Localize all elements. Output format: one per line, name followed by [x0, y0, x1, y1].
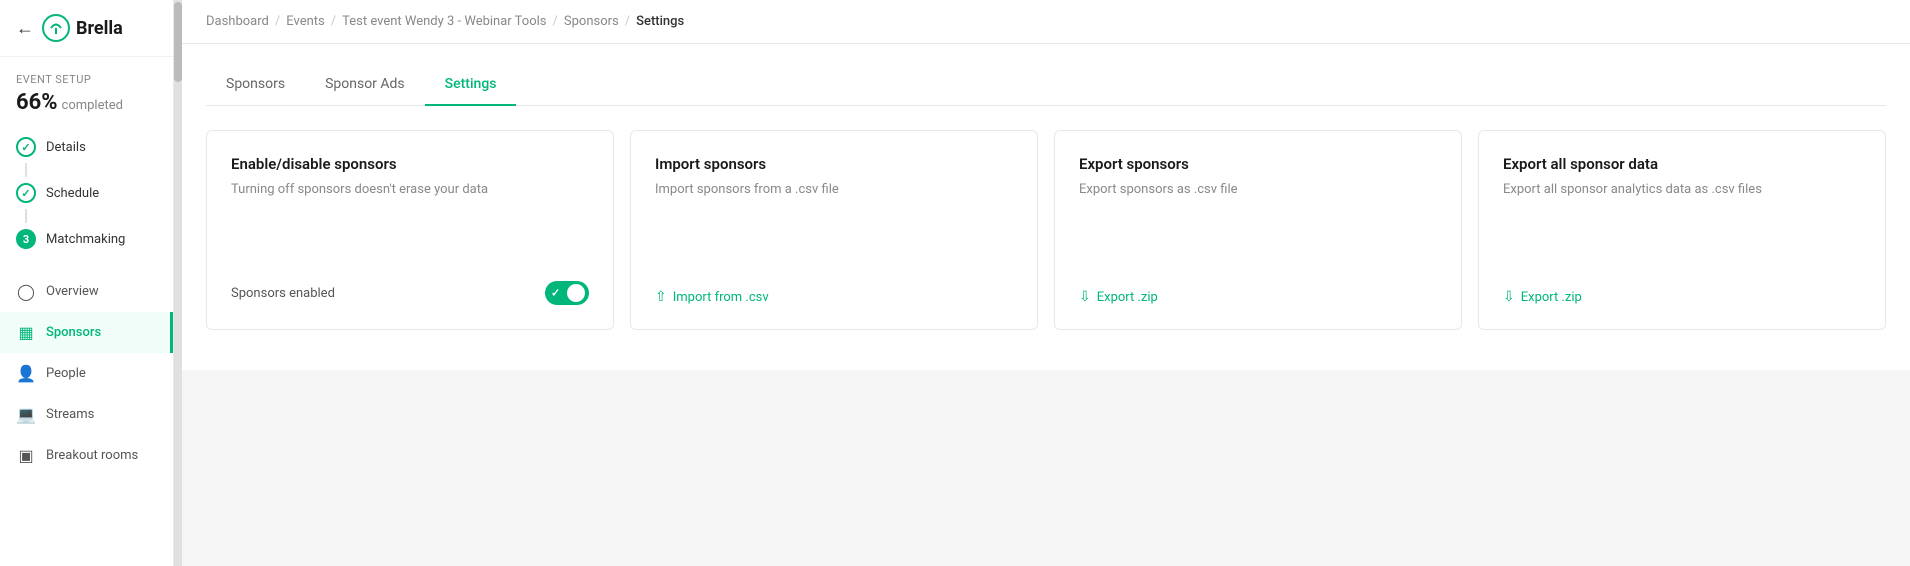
step-schedule-label: Schedule — [46, 186, 99, 201]
step-matchmaking-label: Matchmaking — [46, 232, 125, 247]
step-connector-2 — [25, 209, 27, 223]
breadcrumb-sep-2: / — [331, 14, 336, 29]
step-num-icon: 3 — [16, 229, 36, 249]
breadcrumb-sep-3: / — [553, 14, 558, 29]
breakout-rooms-icon: ▣ — [16, 446, 36, 465]
sponsors-icon: ▦ — [16, 323, 36, 342]
export-zip-button[interactable]: ⇩ Export .zip — [1079, 289, 1437, 305]
export-all-zip-label: Export .zip — [1521, 290, 1582, 305]
toggle-checkmark: ✓ — [551, 287, 560, 300]
export-zip-label: Export .zip — [1097, 290, 1158, 305]
breadcrumb-events[interactable]: Events — [286, 14, 324, 29]
card-enable-disable-action: Sponsors enabled ✓ — [231, 265, 589, 305]
breadcrumb-sep-1: / — [275, 14, 280, 29]
card-export-all-action: ⇩ Export .zip — [1503, 273, 1861, 305]
main-content: Dashboard / Events / Test event Wendy 3 … — [182, 0, 1910, 566]
breadcrumb-sep-4: / — [625, 14, 630, 29]
setup-steps: Details Schedule 3 Matchmaking — [0, 123, 173, 263]
import-csv-label: Import from .csv — [673, 290, 769, 305]
step-matchmaking[interactable]: 3 Matchmaking — [16, 223, 157, 255]
step-connector-1 — [25, 163, 27, 177]
sidebar-item-people[interactable]: 👤 People — [0, 353, 173, 394]
page-content: Sponsors Sponsor Ads Settings Enable/dis… — [182, 44, 1910, 566]
step-check-icon — [16, 137, 36, 157]
event-progress: 66% completed — [16, 90, 157, 115]
tab-sponsors[interactable]: Sponsors — [206, 64, 305, 106]
event-setup-label: Event Setup — [16, 73, 157, 86]
brella-icon — [42, 14, 70, 42]
tab-settings[interactable]: Settings — [425, 64, 517, 106]
step-details-label: Details — [46, 140, 86, 155]
progress-percent: 66% — [16, 90, 58, 115]
card-export-all-desc: Export all sponsor analytics data as .cs… — [1503, 181, 1861, 199]
export-all-zip-button[interactable]: ⇩ Export .zip — [1503, 289, 1861, 305]
step-details[interactable]: Details — [16, 131, 157, 163]
breadcrumb-dashboard[interactable]: Dashboard — [206, 14, 269, 29]
sidebar-scrollbar[interactable] — [174, 0, 182, 566]
people-icon: 👤 — [16, 364, 36, 383]
sidebar-scrollbar-thumb[interactable] — [174, 2, 182, 82]
card-export-desc: Export sponsors as .csv file — [1079, 181, 1437, 199]
card-export-all-title: Export all sponsor data — [1503, 155, 1861, 173]
breadcrumb-event-name[interactable]: Test event Wendy 3 - Webinar Tools — [342, 14, 546, 29]
breadcrumb-current: Settings — [636, 14, 684, 29]
sidebar-item-breakout-rooms-label: Breakout rooms — [46, 448, 138, 463]
card-import-title: Import sponsors — [655, 155, 1013, 173]
sidebar-item-sponsors[interactable]: ▦ Sponsors — [0, 312, 173, 353]
sidebar-item-sponsors-label: Sponsors — [46, 325, 101, 340]
sidebar-item-streams[interactable]: 💻 Streams — [0, 394, 173, 435]
sponsors-enabled-toggle[interactable]: ✓ — [545, 281, 589, 305]
overview-icon: ◯ — [16, 282, 36, 301]
sidebar-nav: ◯ Overview ▦ Sponsors 👤 People 💻 Streams… — [0, 263, 173, 566]
brella-wordmark: Brella — [76, 18, 123, 39]
download-all-icon: ⇩ — [1503, 289, 1515, 305]
sidebar-item-breakout-rooms[interactable]: ▣ Breakout rooms — [0, 435, 173, 476]
tabs-bar: Sponsors Sponsor Ads Settings — [206, 64, 1886, 106]
tab-sponsor-ads[interactable]: Sponsor Ads — [305, 64, 425, 106]
settings-cards-grid: Enable/disable sponsors Turning off spon… — [206, 130, 1886, 330]
sidebar: ← Brella Event Setup 66% completed Detai… — [0, 0, 174, 566]
download-icon: ⇩ — [1079, 289, 1091, 305]
streams-icon: 💻 — [16, 405, 36, 424]
step-schedule[interactable]: Schedule — [16, 177, 157, 209]
card-enable-disable-title: Enable/disable sponsors — [231, 155, 589, 173]
breadcrumb-sponsors[interactable]: Sponsors — [564, 14, 619, 29]
sidebar-header: ← Brella — [0, 0, 173, 57]
toggle-label: Sponsors enabled — [231, 286, 335, 301]
toggle-slider: ✓ — [545, 281, 589, 305]
card-enable-disable: Enable/disable sponsors Turning off spon… — [206, 130, 614, 330]
card-import-action: ⇧ Import from .csv — [655, 273, 1013, 305]
card-export-sponsors: Export sponsors Export sponsors as .csv … — [1054, 130, 1462, 330]
card-import-sponsors: Import sponsors Import sponsors from a .… — [630, 130, 1038, 330]
card-import-desc: Import sponsors from a .csv file — [655, 181, 1013, 199]
content-inner: Sponsors Sponsor Ads Settings Enable/dis… — [182, 44, 1910, 370]
sidebar-item-streams-label: Streams — [46, 407, 94, 422]
step-check-icon-2 — [16, 183, 36, 203]
card-export-all: Export all sponsor data Export all spons… — [1478, 130, 1886, 330]
sidebar-item-overview[interactable]: ◯ Overview — [0, 271, 173, 312]
breadcrumb: Dashboard / Events / Test event Wendy 3 … — [182, 0, 1910, 44]
progress-suffix: completed — [62, 98, 123, 113]
card-export-action: ⇩ Export .zip — [1079, 273, 1437, 305]
import-csv-button[interactable]: ⇧ Import from .csv — [655, 289, 1013, 305]
event-setup-section: Event Setup 66% completed — [0, 57, 173, 123]
upload-icon: ⇧ — [655, 289, 667, 305]
toggle-row: Sponsors enabled ✓ — [231, 281, 589, 305]
card-export-title: Export sponsors — [1079, 155, 1437, 173]
sidebar-item-people-label: People — [46, 366, 86, 381]
sidebar-item-overview-label: Overview — [46, 284, 99, 299]
back-button[interactable]: ← — [16, 18, 34, 39]
brella-logo: Brella — [42, 14, 123, 42]
card-enable-disable-desc: Turning off sponsors doesn't erase your … — [231, 181, 589, 199]
